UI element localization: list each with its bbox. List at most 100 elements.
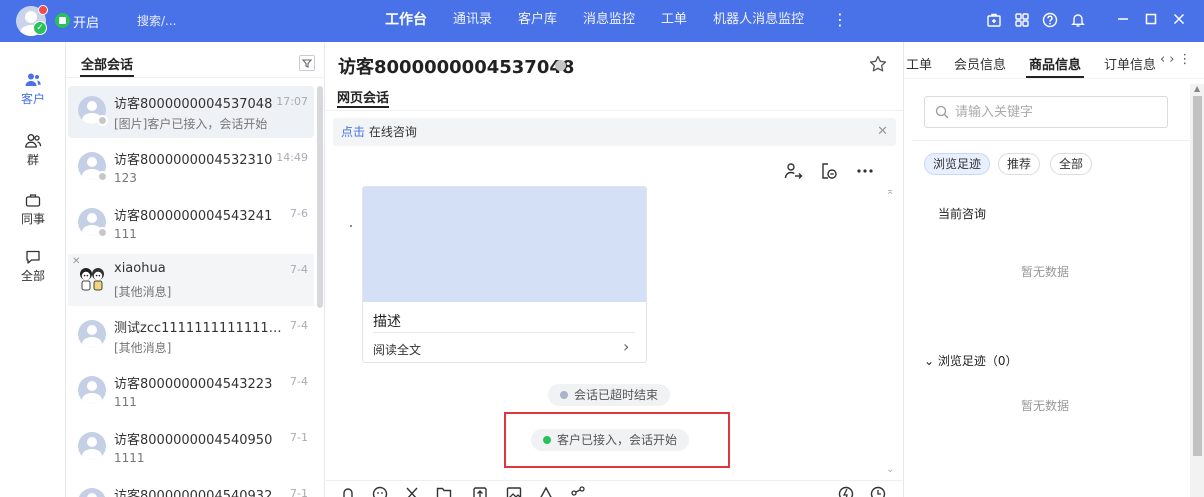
toolbox-icon[interactable] (984, 10, 1003, 29)
conversation-item[interactable]: ✕ xiaohua 7-4 [其他消息] (68, 254, 314, 306)
tab-all-conversations[interactable]: 全部会话 (81, 54, 133, 73)
help-icon[interactable] (1040, 10, 1059, 29)
empty-state: 暂无数据 (1021, 399, 1070, 413)
browse-history-label: 浏览足迹（0） (937, 354, 1018, 368)
nav-contacts[interactable]: 通讯录 (440, 0, 505, 42)
conversation-item[interactable]: 访客8000000004540950 7-1 1111 (68, 422, 314, 474)
tab-scroll-arrows[interactable]: ‹›⋮ (1160, 52, 1195, 67)
conversation-item[interactable]: 访客8000000004543241 7-6 111 (68, 198, 314, 250)
scissors-icon[interactable] (404, 485, 420, 497)
offline-badge (97, 227, 108, 238)
tab-product-info[interactable]: 商品信息 (1029, 54, 1081, 73)
right-scrollbar[interactable]: ▲ (1190, 84, 1204, 497)
transfer-user-icon[interactable] (782, 160, 804, 182)
conversation-item[interactable]: 访客8000000004540932 7-1 (68, 478, 314, 497)
customer-icon (25, 73, 41, 86)
online-check-icon: ✓ (33, 21, 47, 35)
highlight-box (504, 412, 730, 468)
nav-customer-library[interactable]: 客户库 (505, 0, 570, 42)
scrollbar-thumb[interactable] (1193, 96, 1202, 456)
conversation-header: 全部会话 (66, 42, 325, 78)
offline-badge (97, 171, 108, 182)
rail-item-colleagues[interactable]: 同事 (0, 192, 66, 227)
status-icon[interactable] (55, 13, 70, 28)
upload-icon[interactable] (472, 485, 488, 497)
group-icon (25, 134, 42, 148)
global-search[interactable]: 搜索/... (137, 12, 177, 29)
chip-recommend[interactable]: 推荐 (998, 153, 1041, 175)
conversation-preview: [其他消息] (114, 285, 172, 299)
conversation-time: 7-4 (290, 319, 308, 332)
nav-robot-monitor[interactable]: 机器人消息监控 (700, 0, 817, 42)
end-session-icon[interactable] (818, 160, 840, 182)
tab-order-info[interactable]: 订单信息 (1104, 54, 1156, 73)
main-nav: 工作台 通讯录 客户库 消息监控 工单 机器人消息监控 (372, 0, 817, 42)
input-toolbar (326, 480, 903, 497)
clock-icon[interactable] (870, 485, 886, 497)
nav-workbench[interactable]: 工作台 (372, 0, 440, 42)
card-image (363, 187, 646, 302)
more-options-icon[interactable] (854, 160, 876, 182)
rail-item-customers[interactable]: 客户 (0, 72, 66, 107)
conversation-name: 测试zcc111111111111111... (114, 321, 284, 336)
conversation-item[interactable]: 访客8000000004532310 14:49 123 (68, 142, 314, 194)
notice-text: 在线咨询 (368, 125, 417, 139)
card-title: 描述 (373, 314, 401, 330)
triangle-icon[interactable] (538, 485, 554, 497)
tab-web-session[interactable]: 网页会话 (337, 87, 389, 106)
tab-tickets[interactable]: 工单 (906, 54, 932, 73)
minimize-icon[interactable] (1114, 8, 1132, 30)
close-notice-icon[interactable]: ✕ (877, 118, 888, 146)
tab-underline (1026, 76, 1084, 78)
article-card[interactable]: 描述 阅读全文 › (362, 186, 647, 363)
right-panel: 工单 会员信息 商品信息 订单信息 ‹›⋮ 浏览足迹 推荐 全部 当前咨询 暂无… (903, 42, 1204, 497)
folder-icon[interactable] (436, 485, 452, 497)
image-icon[interactable] (506, 485, 522, 497)
bell-icon[interactable] (1068, 10, 1087, 29)
conversation-item[interactable]: 访客8000000004537048 17:07 [图片]客户已接入，会话开始 (68, 86, 314, 138)
filter-icon (301, 59, 313, 68)
collapse-down-icon[interactable]: ⌄ (886, 464, 894, 475)
scroll-up-icon[interactable]: ▲ (1194, 84, 1200, 93)
avatar (78, 432, 106, 460)
rail-item-all[interactable]: 全部 (0, 249, 66, 284)
chip-all[interactable]: 全部 (1050, 153, 1093, 175)
star-icon[interactable] (868, 54, 888, 74)
collapse-up-icon[interactable]: ⌅ (886, 186, 894, 197)
status-label[interactable]: 开启 (73, 12, 99, 31)
chat-bubble-icon (26, 250, 40, 264)
conversation-item[interactable]: 测试zcc111111111111111... 7-4 [其他消息] (68, 310, 314, 362)
current-consult-label: 当前咨询 (938, 207, 987, 221)
conversation-scrollbar[interactable] (317, 86, 323, 308)
bell-icon[interactable] (340, 485, 356, 497)
keyword-search[interactable] (924, 96, 1168, 128)
conversation-time: 7-4 (290, 375, 308, 388)
conversation-item[interactable]: 访客8000000004543223 7-4 111 (68, 366, 314, 418)
close-icon[interactable] (1170, 8, 1188, 30)
conversation-name: xiaohua (114, 261, 166, 276)
lightning-icon[interactable] (838, 485, 854, 497)
chip-browse-history[interactable]: 浏览足迹 (924, 153, 991, 175)
status-dot (560, 391, 568, 399)
visitor-status-dot (555, 60, 566, 71)
conversation-list: 全部会话 访客8000000004537048 17:07 [图片]客户已接入，… (66, 42, 325, 497)
share-icon[interactable] (570, 485, 586, 497)
search-input[interactable] (955, 103, 1155, 121)
notice-link[interactable]: 点击 (341, 125, 365, 139)
nav-tickets[interactable]: 工单 (648, 0, 700, 42)
rail-label: 全部 (20, 269, 45, 283)
tab-member-info[interactable]: 会员信息 (954, 54, 1006, 73)
apps-grid-icon[interactable] (1012, 10, 1031, 29)
more-nav-icon[interactable]: ⋮ (832, 10, 848, 30)
tab-underline (80, 75, 134, 77)
conversation-name: 访客8000000004543241 (114, 209, 273, 224)
read-more-link[interactable]: 阅读全文 (373, 341, 421, 358)
top-tools (984, 10, 1087, 29)
emoji-icon[interactable] (372, 485, 388, 497)
browse-history-toggle[interactable]: ⌄ 浏览足迹（0） (924, 352, 1018, 369)
nav-message-monitor[interactable]: 消息监控 (570, 0, 648, 42)
rail-item-groups[interactable]: 群 (0, 133, 66, 168)
maximize-icon[interactable] (1142, 8, 1160, 30)
conversation-name: 访客8000000004540950 (114, 433, 273, 448)
filter-button[interactable] (299, 55, 315, 71)
